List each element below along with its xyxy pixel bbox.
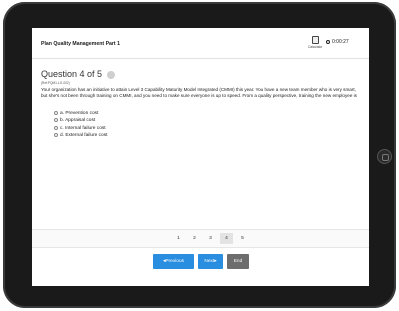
page-title: Plan Quality Management Part 1 [41, 41, 120, 47]
calculator-label: Calculator [308, 45, 323, 49]
page-link-2[interactable]: 2 [188, 233, 201, 244]
page-link-3[interactable]: 3 [204, 233, 217, 244]
answer-option[interactable]: d. External failure cost [54, 132, 107, 139]
page-link-4-current[interactable]: 4 [220, 233, 233, 244]
question-reference: (Ref:PQM1-LG-002) [41, 81, 70, 85]
next-button[interactable]: Next▸ [198, 254, 223, 269]
previous-button[interactable]: ◂Previous [153, 254, 194, 269]
answer-option[interactable]: c. Internal failure cost [54, 125, 107, 132]
option-label: b. Appraisal cost [60, 118, 96, 124]
flag-icon[interactable] [107, 70, 116, 79]
answer-option[interactable]: a. Prevention cost [54, 110, 107, 117]
exam-screen: Plan Quality Management Part 1 Calculato… [32, 28, 369, 286]
page-list: 1 2 3 4 5 [172, 233, 252, 244]
radio-icon[interactable] [54, 125, 58, 130]
navigation-buttons: ◂Previous Next▸ End [153, 254, 253, 269]
header-bar: Plan Quality Management Part 1 Calculato… [32, 28, 369, 59]
calculator-icon [311, 36, 319, 44]
radio-icon[interactable] [54, 110, 58, 115]
question-text: Your organization has an initiative to a… [41, 87, 357, 99]
calculator-button[interactable]: Calculator [308, 36, 322, 49]
question-heading: Question 4 of 5 [41, 69, 116, 79]
page-link-5[interactable]: 5 [236, 233, 249, 244]
timer: 0:00:27 [326, 39, 349, 45]
page-link-1[interactable]: 1 [172, 233, 185, 244]
home-button[interactable] [377, 149, 392, 164]
option-label: c. Internal failure cost [60, 125, 106, 131]
end-button[interactable]: End [227, 254, 249, 269]
tablet-frame: Plan Quality Management Part 1 Calculato… [3, 2, 396, 308]
question-number: Question 4 of 5 [41, 69, 103, 79]
answer-options: a. Prevention cost b. Appraisal cost c. … [54, 110, 107, 140]
option-label: d. External failure cost [60, 133, 108, 139]
answer-option[interactable]: b. Appraisal cost [54, 117, 107, 124]
radio-icon[interactable] [54, 118, 58, 123]
radio-icon[interactable] [54, 132, 58, 137]
clock-icon [326, 39, 330, 44]
timer-value: 0:00:27 [332, 39, 349, 45]
pagination-bar: 1 2 3 4 5 [32, 229, 369, 248]
option-label: a. Prevention cost [60, 111, 99, 116]
